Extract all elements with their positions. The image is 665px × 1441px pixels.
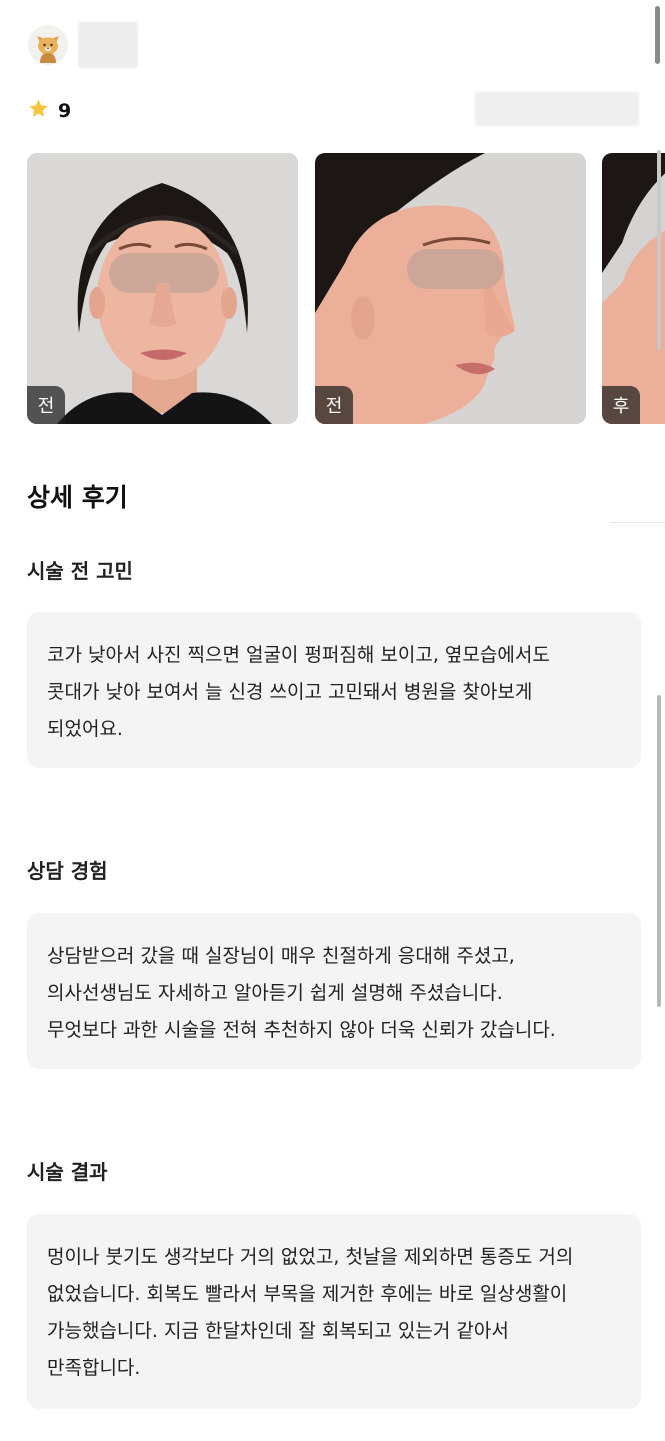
photo-tag: 전 xyxy=(315,386,353,424)
cat-avatar-icon[interactable] xyxy=(28,25,68,65)
photo-after-side[interactable]: 후 xyxy=(602,153,665,424)
section-title-concern: 시술 전 고민 xyxy=(27,559,133,583)
review-date-blurred xyxy=(475,92,639,126)
review-line: 콧대가 낮아 보여서 늘 신경 쓰이고 고민돼서 병원을 찾아보게 xyxy=(47,681,533,703)
review-author-header xyxy=(28,22,138,68)
scrollbar-thumb-inner[interactable] xyxy=(657,695,661,1007)
rating-value: 9 xyxy=(58,99,72,122)
review-line: 상담받으러 갔을 때 실장님이 매우 친절하게 응대해 주셨고, xyxy=(47,945,515,967)
photo-before-front[interactable]: 전 xyxy=(27,153,298,424)
face-front-image xyxy=(27,153,298,424)
review-line: 멍이나 붓기도 생각보다 거의 없었고, 첫날을 제외하면 통증도 거의 xyxy=(47,1246,574,1268)
photo-carousel[interactable]: 전 전 후 xyxy=(27,153,665,424)
author-name-blurred xyxy=(78,22,138,68)
star-icon xyxy=(28,98,49,123)
review-line: 무엇보다 과한 시술을 전혀 추천하지 않아 더욱 신뢰가 갔습니다. xyxy=(47,1019,556,1041)
detail-review-title: 상세 후기 xyxy=(27,483,128,512)
photo-before-side[interactable]: 전 xyxy=(315,153,586,424)
section-box-consultation: 상담받으러 갔을 때 실장님이 매우 친절하게 응대해 주셨고, 의사선생님도 … xyxy=(27,913,641,1069)
scrollbar-thumb-outer[interactable] xyxy=(655,6,660,64)
section-box-result: 멍이나 붓기도 생각보다 거의 없었고, 첫날을 제외하면 통증도 거의 없었습… xyxy=(27,1214,641,1409)
review-line: 없었습니다. 회복도 빨라서 부목을 제거한 후에는 바로 일상생활이 xyxy=(47,1283,568,1305)
review-line: 코가 낮아서 사진 찍으면 얼굴이 펑퍼짐해 보이고, 옆모습에서도 xyxy=(47,644,550,666)
review-line: 의사선생님도 자세하고 알아듣기 쉽게 설명해 주셨습니다. xyxy=(47,982,503,1004)
section-title-result: 시술 결과 xyxy=(27,1160,108,1184)
review-line: 되었어요. xyxy=(47,718,123,740)
face-after-image xyxy=(602,153,665,424)
photo-tag: 전 xyxy=(27,386,65,424)
section-box-concern: 코가 낮아서 사진 찍으면 얼굴이 펑퍼짐해 보이고, 옆모습에서도 콧대가 낮… xyxy=(27,612,641,768)
photo-tag: 후 xyxy=(602,386,640,424)
rating: 9 xyxy=(28,98,71,123)
review-line: 만족합니다. xyxy=(47,1357,141,1379)
section-title-consultation: 상담 경험 xyxy=(27,859,108,883)
face-side-image xyxy=(315,153,586,424)
review-line: 가능했습니다. 지금 한달차인데 잘 회복되고 있는거 같아서 xyxy=(47,1320,509,1342)
divider xyxy=(610,522,665,523)
scrollbar-track-segment xyxy=(657,150,661,350)
